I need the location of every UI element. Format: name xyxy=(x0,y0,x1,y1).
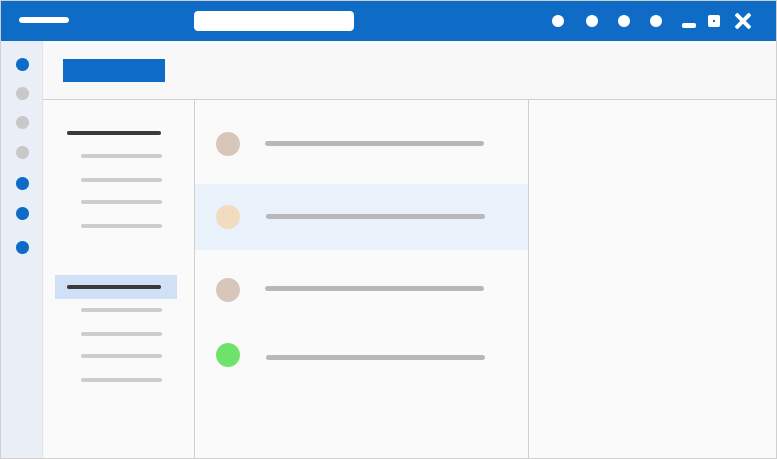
notifications-icon[interactable] xyxy=(586,15,598,27)
list-item-text xyxy=(266,355,485,360)
list-item-text xyxy=(265,286,484,291)
list-item-text xyxy=(266,214,485,219)
account-icon[interactable] xyxy=(650,15,662,27)
app-rail xyxy=(1,41,43,458)
list-item-text xyxy=(265,141,484,146)
rail-item-files[interactable] xyxy=(16,177,29,190)
folder-item[interactable] xyxy=(81,154,162,158)
folder-group-header[interactable] xyxy=(67,131,161,135)
close-button[interactable] xyxy=(734,12,752,30)
list-item[interactable] xyxy=(195,257,528,323)
help-icon[interactable] xyxy=(552,15,564,27)
folder-item[interactable] xyxy=(81,308,162,312)
folder-item[interactable] xyxy=(81,224,162,228)
message-list xyxy=(195,100,529,458)
rail-item-more[interactable] xyxy=(16,241,29,254)
folder-group-header[interactable] xyxy=(67,285,161,289)
app-window xyxy=(0,0,777,459)
avatar xyxy=(216,132,240,156)
list-item[interactable] xyxy=(195,322,528,388)
folder-pane xyxy=(43,100,195,458)
minimize-button[interactable] xyxy=(682,23,696,28)
avatar xyxy=(216,343,240,367)
rail-item-people[interactable] xyxy=(16,116,29,129)
folder-item[interactable] xyxy=(81,332,162,336)
reading-pane xyxy=(529,100,776,458)
avatar xyxy=(216,278,240,302)
settings-icon[interactable] xyxy=(618,15,630,27)
rail-item-calendar[interactable] xyxy=(16,87,29,100)
rail-item-tasks[interactable] xyxy=(16,146,29,159)
avatar xyxy=(216,205,240,229)
list-item[interactable] xyxy=(195,111,528,177)
list-item-selected[interactable] xyxy=(195,184,528,250)
folder-item[interactable] xyxy=(81,178,162,182)
folder-item[interactable] xyxy=(81,378,162,382)
title-bar xyxy=(1,1,776,41)
rail-item-apps[interactable] xyxy=(16,207,29,220)
new-item-button[interactable] xyxy=(63,59,165,82)
page-header xyxy=(43,41,776,100)
folder-item[interactable] xyxy=(81,354,162,358)
rail-item-mail[interactable] xyxy=(16,58,29,71)
maximize-button[interactable] xyxy=(708,15,720,27)
app-menu-button[interactable] xyxy=(19,17,69,23)
search-input[interactable] xyxy=(194,11,354,31)
folder-item[interactable] xyxy=(81,200,162,204)
